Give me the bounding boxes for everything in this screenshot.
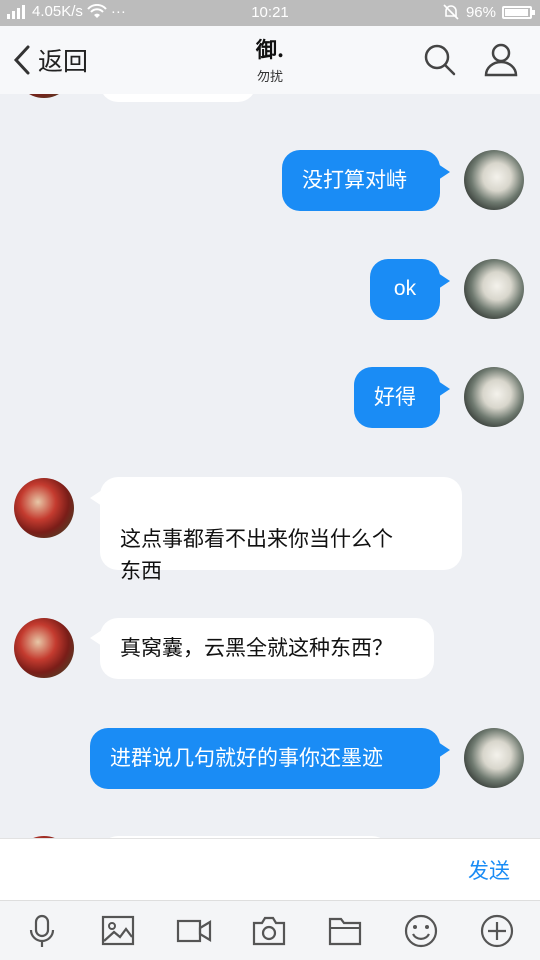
message-bubble[interactable]: ok: [370, 259, 440, 320]
bubble-tail: [438, 742, 450, 758]
folder-icon[interactable]: [327, 913, 363, 949]
avatar[interactable]: [14, 618, 74, 678]
chat-title-block[interactable]: 御. 勿扰: [170, 34, 370, 85]
avatar[interactable]: [14, 94, 74, 98]
message-bubble-partial: [100, 94, 256, 102]
message-bubble[interactable]: 这点事都看不出来你当什么个 东西: [100, 477, 462, 583]
avatar[interactable]: [464, 259, 524, 319]
plus-icon[interactable]: [479, 913, 515, 949]
avatar[interactable]: [14, 478, 74, 538]
message-bubble[interactable]: 进群说几句就好的事你还墨迹: [90, 728, 440, 789]
message-text: 没打算对峙: [302, 168, 407, 192]
avatar[interactable]: [464, 150, 524, 210]
chat-header: 返回 御. 勿扰: [0, 26, 540, 94]
status-bar: 4.05K/s ··· 10:21 96%: [0, 0, 540, 26]
back-label: 返回: [38, 47, 89, 76]
message-input-bar: 发送: [0, 838, 540, 900]
input-toolbar: [0, 900, 540, 960]
profile-icon[interactable]: [483, 42, 519, 78]
message-bubble[interactable]: 没打算对峙: [282, 150, 440, 211]
send-button[interactable]: 发送: [468, 855, 510, 885]
message-text: 这点事都看不出来你当什么个 东西: [120, 527, 393, 583]
search-icon[interactable]: [422, 42, 458, 78]
bubble-tail: [438, 381, 450, 397]
image-icon[interactable]: [100, 913, 136, 949]
battery-percent: 96%: [465, 3, 496, 21]
message-bubble[interactable]: 好得: [354, 367, 440, 428]
microphone-icon[interactable]: [24, 913, 60, 949]
bubble-tail: [438, 164, 450, 180]
emoji-icon[interactable]: [403, 913, 439, 949]
chevron-left-icon: [13, 45, 30, 75]
message-input[interactable]: [14, 849, 444, 891]
chat-status: 勿扰: [256, 70, 283, 85]
message-bubble[interactable]: 真窝囊，云黑全就这种东西？: [100, 618, 434, 679]
chat-area[interactable]: 没打算对峙 ok 好得 这点事都看不出来你当什么个 东西 真窝囊，云黑全就这种东…: [0, 94, 540, 838]
battery-icon: [502, 5, 535, 19]
message-text: 进群说几句就好的事你还墨迹: [110, 746, 383, 770]
mute-bell-icon: [443, 4, 459, 20]
status-right: 96%: [442, 3, 535, 21]
avatar[interactable]: [464, 367, 524, 427]
avatar[interactable]: [464, 728, 524, 788]
chat-title: 御.: [255, 37, 285, 62]
message-text: 真窝囊，云黑全就这种东西？: [120, 636, 393, 660]
battery-fill: [505, 8, 528, 16]
camera-icon[interactable]: [251, 913, 287, 949]
video-icon[interactable]: [176, 913, 212, 949]
message-text: ok: [393, 277, 417, 300]
bubble-tail: [438, 273, 450, 289]
back-button[interactable]: 返回: [12, 40, 88, 80]
message-text: 好得: [374, 385, 416, 409]
